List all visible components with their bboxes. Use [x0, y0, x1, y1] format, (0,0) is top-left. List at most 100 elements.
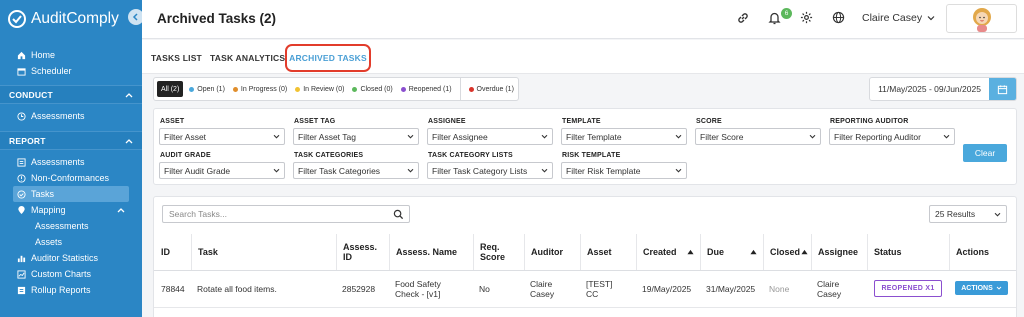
app-logo[interactable]: AuditComply — [0, 0, 142, 38]
sort-asc-icon[interactable] — [801, 249, 808, 255]
cell-task: Rotate all food items. — [197, 284, 277, 294]
sidebar-section-conduct[interactable]: CONDUCT — [0, 85, 142, 104]
sidebar-item-report-assessments[interactable]: Assessments — [0, 154, 142, 170]
home-icon — [17, 51, 26, 59]
status-filter-reopened[interactable]: Reopened (1) — [397, 81, 456, 97]
filter-label-reporting-auditor: REPORTING AUDITOR — [830, 118, 909, 125]
cell-closed: None — [769, 284, 790, 294]
calendar-button[interactable] — [989, 78, 1016, 100]
chart-icon — [17, 269, 26, 279]
notification-count-badge: 6 — [781, 8, 792, 19]
tasks-icon — [17, 189, 26, 199]
chevron-down-icon — [809, 134, 816, 139]
column-header-req-score[interactable]: Req. Score — [473, 234, 524, 270]
chevron-up-icon — [125, 92, 133, 97]
sidebar-item-home[interactable]: Home — [0, 47, 142, 63]
filter-risk-template-select[interactable]: Filter Risk Template — [561, 162, 687, 179]
cell-auditor: Claire Casey — [530, 279, 555, 299]
status-filter-in-review[interactable]: In Review (0) — [291, 81, 348, 97]
filter-asset-select[interactable]: Filter Asset — [159, 128, 285, 145]
sidebar-section-report[interactable]: REPORT — [0, 131, 142, 150]
status-filter-closed[interactable]: Closed (0) — [348, 81, 396, 97]
sidebar-item-scheduler[interactable]: Scheduler — [0, 63, 142, 79]
filter-label-task-category-lists: TASK CATEGORY LISTS — [428, 152, 513, 159]
status-filter-open[interactable]: Open (1) — [185, 81, 229, 97]
chevron-down-icon — [541, 168, 548, 173]
filter-reporting-auditor-select[interactable]: Filter Reporting Auditor — [829, 128, 955, 145]
calendar-icon — [17, 67, 26, 76]
tab-task-analytics[interactable]: TASK ANALYTICS — [210, 53, 285, 63]
filter-score-select[interactable]: Filter Score — [695, 128, 821, 145]
column-header-assess-id[interactable]: Assess. ID — [336, 234, 389, 270]
results-per-page-select[interactable]: 25 Results — [929, 205, 1007, 223]
sort-asc-icon[interactable] — [750, 249, 757, 255]
tab-archived-tasks[interactable]: ARCHIVED TASKS — [285, 44, 371, 72]
link-icon[interactable] — [736, 11, 750, 25]
filters-panel: ASSET Filter Asset ASSET TAG Filter Asse… — [153, 108, 1017, 185]
bar-chart-icon — [17, 255, 26, 262]
cell-created: 19/May/2025 — [642, 284, 692, 294]
filter-template-select[interactable]: Filter Template — [561, 128, 687, 145]
filter-assignee-select[interactable]: Filter Assignee — [427, 128, 553, 145]
column-header-assess-name[interactable]: Assess. Name — [389, 234, 473, 270]
sidebar-item-tasks[interactable]: Tasks — [13, 186, 129, 202]
sidebar-item-custom-charts[interactable]: Custom Charts — [0, 266, 142, 282]
collapse-sidebar-button[interactable] — [128, 9, 142, 25]
gear-icon[interactable] — [800, 11, 813, 24]
filter-label-risk-template: RISK TEMPLATE — [562, 152, 621, 159]
status-dot — [352, 86, 358, 92]
filter-task-categories-select[interactable]: Filter Task Categories — [293, 162, 419, 179]
cell-assess-name: Food Safety Check - [v1] — [395, 279, 441, 299]
filter-audit-grade-select[interactable]: Filter Audit Grade — [159, 162, 285, 179]
status-filter-in-progress[interactable]: In Progress (0) — [229, 81, 291, 97]
cell-asset: [TEST] CC — [586, 279, 613, 299]
globe-icon[interactable] — [832, 11, 845, 24]
cell-assignee: Claire Casey — [817, 279, 842, 299]
status-dot — [232, 86, 238, 92]
filter-label-template: TEMPLATE — [562, 118, 601, 125]
chevron-down-icon — [996, 286, 1002, 290]
sidebar-item-mapping[interactable]: Mapping — [0, 202, 142, 218]
tab-tasks-list[interactable]: TASKS LIST — [151, 53, 202, 63]
sort-asc-icon[interactable] — [687, 249, 694, 255]
column-header-id[interactable]: ID — [155, 234, 191, 270]
list-icon — [17, 157, 26, 167]
status-badge: REOPENED X1 — [874, 280, 942, 297]
sidebar-item-non-conformances[interactable]: Non-Conformances — [0, 170, 142, 186]
search-icon[interactable] — [393, 209, 404, 220]
column-header-status[interactable]: Status — [867, 234, 949, 270]
avatar[interactable] — [946, 4, 1017, 33]
chevron-down-icon — [273, 134, 280, 139]
row-divider — [154, 307, 1016, 308]
chevron-down-icon — [994, 212, 1001, 217]
column-header-due[interactable]: Due — [700, 234, 763, 270]
status-filter-overdue[interactable]: Overdue (1) — [465, 81, 518, 97]
chevron-down-icon — [273, 168, 280, 173]
column-header-auditor[interactable]: Auditor — [524, 234, 580, 270]
cell-id: 78844 — [161, 284, 185, 294]
filter-label-task-categories: TASK CATEGORIES — [294, 152, 364, 159]
sidebar-item-mapping-assets[interactable]: Assets — [0, 234, 142, 250]
top-header: Archived Tasks (2) 6 Claire Casey — [142, 0, 1024, 39]
status-filter-all[interactable]: All (2) — [157, 81, 184, 97]
filter-task-category-lists-select[interactable]: Filter Task Category Lists — [427, 162, 553, 179]
sidebar-item-rollup-reports[interactable]: Rollup Reports — [0, 282, 142, 298]
date-range-picker[interactable]: 11/May/2025 - 09/Jun/2025 — [869, 77, 1017, 101]
cell-assess-id: 2852928 — [342, 284, 376, 294]
column-header-assignee[interactable]: Assignee — [811, 234, 867, 270]
search-tasks-input[interactable]: Search Tasks... — [162, 205, 410, 223]
bell-icon[interactable] — [768, 11, 781, 25]
filter-asset-tag-select[interactable]: Filter Asset Tag — [293, 128, 419, 145]
clear-filters-button[interactable]: Clear — [963, 144, 1007, 162]
sidebar-item-auditor-statistics[interactable]: Auditor Statistics — [0, 250, 142, 266]
column-header-created[interactable]: Created — [636, 234, 700, 270]
actions-button[interactable]: ACTIONS — [955, 281, 1008, 295]
sidebar-item-conduct-assessments[interactable]: Assessments — [0, 108, 142, 124]
sidebar-item-mapping-assessments[interactable]: Assessments — [0, 218, 142, 234]
chevron-up-icon — [125, 138, 133, 143]
user-menu[interactable]: Claire Casey — [862, 12, 935, 24]
column-header-closed[interactable]: Closed — [763, 234, 811, 270]
column-header-asset[interactable]: Asset — [580, 234, 636, 270]
column-header-task[interactable]: Task — [191, 234, 336, 270]
map-pin-icon — [18, 205, 25, 214]
